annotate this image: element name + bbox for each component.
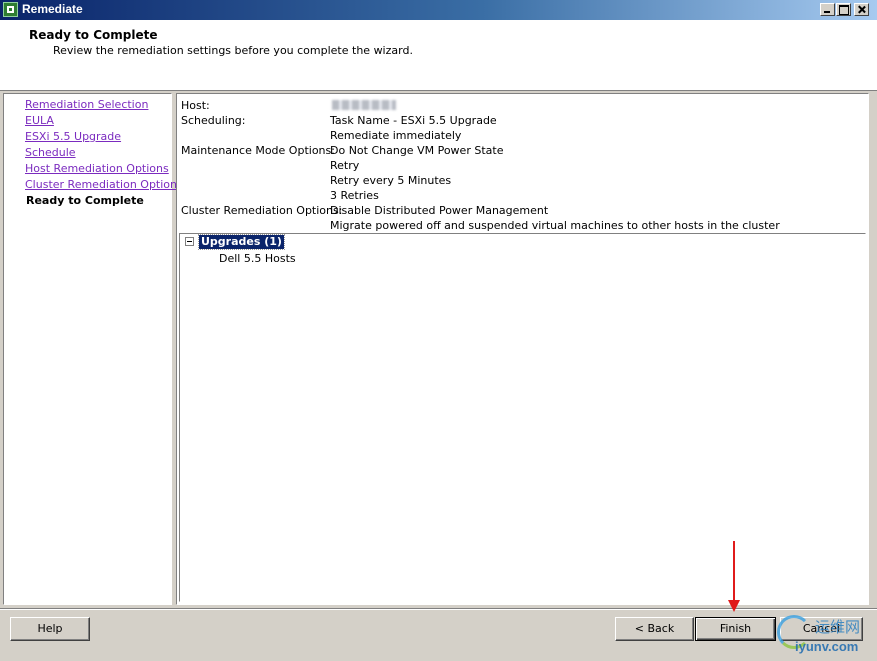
annotation-arrow bbox=[733, 541, 735, 601]
scheduling-value: Task Name - ESXi 5.5 Upgrade bbox=[330, 114, 497, 127]
upgrades-tree bbox=[179, 233, 866, 602]
watermark-text: 运维网 bbox=[815, 618, 861, 636]
watermark-url: iyunv.com bbox=[795, 639, 859, 654]
cluster-remediation-value: Disable Distributed Power Management bbox=[330, 204, 549, 217]
footer-divider bbox=[0, 608, 877, 610]
watermark: 运维网 iyunv.com bbox=[775, 612, 875, 660]
annotation-arrow-head bbox=[728, 600, 740, 612]
tree-node-upgrades[interactable]: Upgrades (1) bbox=[198, 234, 285, 250]
step-ready-to-complete: Ready to Complete bbox=[26, 194, 144, 207]
window-title: Remediate bbox=[22, 2, 83, 16]
page-title: Ready to Complete bbox=[29, 28, 158, 42]
tree-node-baseline[interactable]: Dell 5.5 Hosts bbox=[219, 252, 296, 265]
step-eula[interactable]: EULA bbox=[25, 114, 54, 127]
maintenance-mode-value: 3 Retries bbox=[330, 189, 379, 202]
maintenance-mode-value: Retry every 5 Minutes bbox=[330, 174, 452, 187]
title-bar[interactable]: Remediate bbox=[0, 0, 877, 20]
step-host-remediation-options[interactable]: Host Remediation Options bbox=[25, 162, 169, 175]
help-button[interactable]: Help bbox=[10, 617, 90, 641]
maintenance-mode-label: Maintenance Mode Options: bbox=[181, 144, 335, 157]
step-schedule[interactable]: Schedule bbox=[25, 146, 76, 159]
close-button[interactable] bbox=[854, 3, 869, 16]
back-button[interactable]: < Back bbox=[615, 617, 694, 641]
step-remediation-selection[interactable]: Remediation Selection bbox=[25, 98, 148, 111]
host-value-redacted bbox=[332, 100, 396, 110]
app-icon bbox=[3, 2, 18, 17]
page-subtitle: Review the remediation settings before y… bbox=[53, 44, 413, 57]
host-label: Host: bbox=[181, 99, 210, 112]
finish-button[interactable]: Finish bbox=[695, 617, 776, 641]
scheduling-label: Scheduling: bbox=[181, 114, 246, 127]
step-cluster-remediation-options[interactable]: Cluster Remediation Options bbox=[25, 178, 183, 191]
maintenance-mode-value: Retry bbox=[330, 159, 360, 172]
cluster-remediation-value: Migrate powered off and suspended virtua… bbox=[330, 219, 780, 232]
minimize-button[interactable] bbox=[820, 3, 835, 16]
collapse-icon[interactable] bbox=[185, 237, 194, 246]
cluster-remediation-label: Cluster Remediation Options: bbox=[181, 204, 343, 217]
scheduling-value: Remediate immediately bbox=[330, 129, 462, 142]
maintenance-mode-value: Do Not Change VM Power State bbox=[330, 144, 504, 157]
maximize-button[interactable] bbox=[836, 3, 851, 16]
wizard-header: Ready to Complete Review the remediation… bbox=[0, 20, 877, 91]
step-esxi-upgrade[interactable]: ESXi 5.5 Upgrade bbox=[25, 130, 121, 143]
